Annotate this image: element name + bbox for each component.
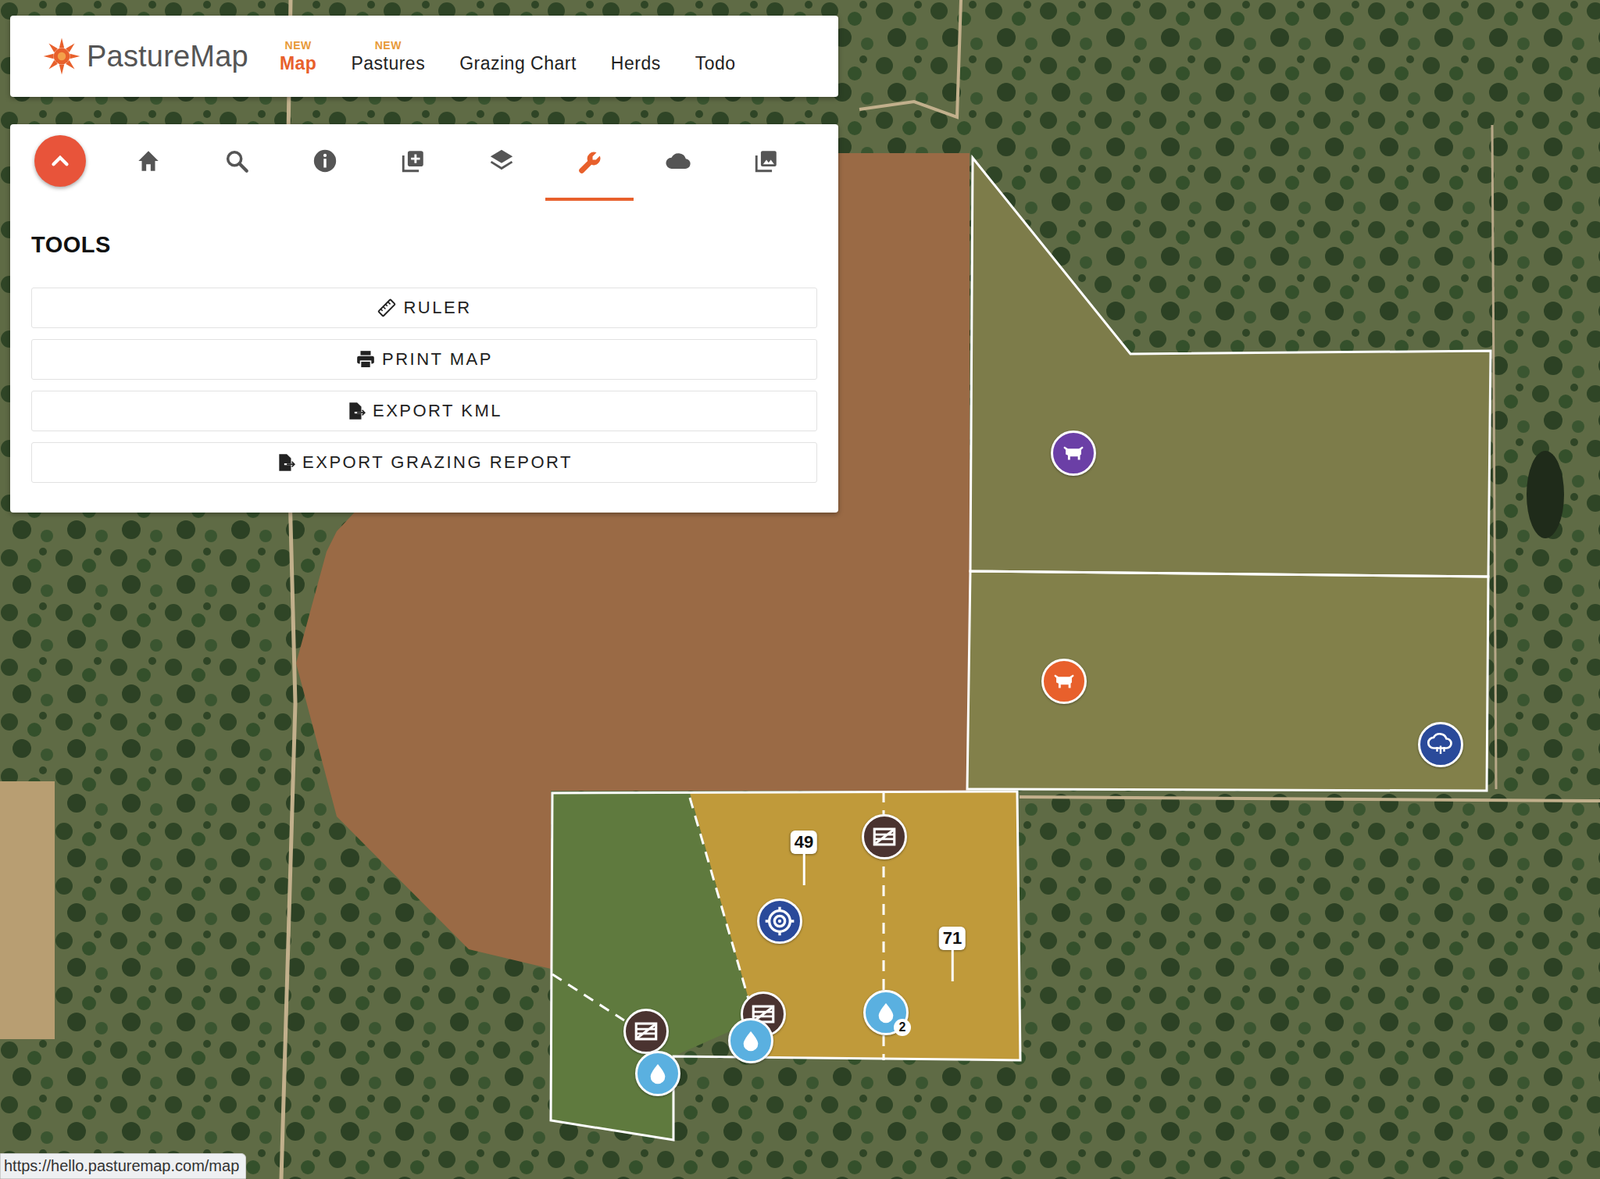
gate-marker[interactable] — [861, 814, 908, 860]
marker-badge — [623, 1008, 669, 1054]
info-icon — [311, 147, 339, 175]
herd-marker[interactable] — [1050, 430, 1097, 476]
toolbar-tab[interactable] — [15, 124, 104, 201]
herd-badge — [1041, 658, 1087, 704]
printer-icon — [355, 349, 376, 370]
export-file-icon — [275, 452, 297, 473]
target-icon — [764, 905, 796, 937]
toolbar-tab[interactable] — [103, 124, 193, 201]
toolbar-tab[interactable] — [280, 124, 369, 201]
pasture-label[interactable]: 71 — [939, 926, 966, 982]
tool-button-label: RULER — [403, 297, 472, 318]
water-marker[interactable] — [728, 1017, 774, 1064]
home-icon — [135, 147, 162, 175]
add-layer-icon — [400, 147, 427, 175]
logo-text: PastureMap — [86, 39, 249, 74]
toolbar-tab[interactable] — [545, 124, 634, 201]
tools-title: TOOLS — [31, 232, 818, 258]
target-marker[interactable] — [757, 898, 803, 944]
cloud-icon — [664, 147, 692, 175]
tool-button[interactable]: PRINT MAP — [31, 339, 818, 380]
collapse-icon — [46, 147, 74, 175]
tool-button-label: EXPORT GRAZING REPORT — [302, 452, 573, 473]
nav-label: Map — [279, 53, 318, 75]
logo[interactable]: PastureMap — [41, 35, 249, 77]
status-url: https://hello.pasturemap.com/map — [0, 1153, 247, 1179]
new-badge: NEW — [285, 39, 312, 53]
nav-menu: NEWMapNEWPasturesGrazing ChartHerdsTodo — [279, 39, 736, 75]
tool-button[interactable]: RULER — [31, 287, 818, 329]
nav-item[interactable]: Todo — [695, 39, 736, 75]
gate-icon — [632, 1017, 660, 1045]
marker-badge — [757, 898, 803, 944]
layers-icon — [488, 147, 515, 175]
herd-badge — [1050, 430, 1097, 476]
toolbar-tab[interactable] — [368, 124, 458, 201]
rain-marker[interactable] — [1417, 721, 1464, 768]
tools-panel: TOOLS RULER PRINT MAP EXPORT KML EXPORT GRAZ… — [10, 124, 839, 513]
label-stem — [802, 853, 805, 886]
nav-item[interactable]: Herds — [610, 39, 661, 75]
photos-icon — [753, 147, 780, 175]
pasture-label-text: 71 — [939, 926, 966, 950]
tool-button-label: EXPORT KML — [372, 400, 503, 422]
nav-item[interactable]: NEWMap — [279, 39, 318, 75]
toolbar — [15, 124, 818, 201]
rain-gauge-icon — [1426, 730, 1455, 759]
toolbar-tab[interactable] — [633, 124, 722, 201]
nav-item[interactable]: NEWPastures — [350, 39, 425, 75]
top-nav: PastureMapNEWMapNEWPasturesGrazing Chart… — [10, 15, 839, 97]
toolbar-tab[interactable] — [721, 124, 811, 201]
marker-badge: 2 — [863, 989, 909, 1036]
water-marker[interactable]: 2 — [863, 989, 909, 1036]
water-drop-icon — [645, 1060, 671, 1086]
tool-button[interactable]: EXPORT GRAZING REPORT — [31, 442, 818, 483]
ruler-icon — [376, 297, 397, 318]
gate-marker[interactable] — [623, 1008, 669, 1054]
export-file-icon — [346, 400, 367, 422]
herd-marker[interactable] — [1041, 658, 1087, 704]
nav-item[interactable]: Grazing Chart — [459, 39, 577, 75]
label-stem — [950, 950, 954, 982]
water-drop-icon — [873, 1000, 899, 1025]
new-badge: NEW — [375, 39, 402, 53]
nav-label: Grazing Chart — [459, 53, 577, 75]
collapse-button[interactable] — [34, 135, 86, 187]
nav-label: Todo — [695, 53, 736, 75]
nav-label: Pastures — [350, 53, 425, 75]
cow-icon — [1050, 667, 1078, 695]
pasture-label[interactable]: 49 — [790, 830, 818, 886]
toolbar-tab[interactable] — [192, 124, 281, 201]
cow-icon — [1060, 439, 1087, 467]
gate-icon — [871, 823, 898, 850]
sun-logo-icon — [41, 35, 83, 77]
search-icon — [223, 147, 250, 175]
map-stage[interactable]: PastureMapNEWMapNEWPasturesGrazing Chart… — [0, 0, 1600, 1179]
tool-button[interactable]: EXPORT KML — [31, 390, 818, 432]
water-drop-icon — [738, 1028, 764, 1054]
water-marker[interactable] — [635, 1050, 681, 1097]
tools-buttons: RULER PRINT MAP EXPORT KML EXPORT GRAZING R… — [31, 287, 818, 483]
tool-button-label: PRINT MAP — [382, 349, 493, 370]
marker-badge — [861, 814, 908, 860]
marker-badge — [1417, 721, 1464, 768]
marker-badge — [728, 1017, 774, 1064]
nav-label: Herds — [610, 53, 661, 75]
water-count-badge: 2 — [893, 1018, 911, 1036]
toolbar-tab[interactable] — [457, 124, 546, 201]
pasture-label-text: 49 — [790, 830, 818, 854]
marker-badge — [635, 1050, 681, 1097]
wrench-icon — [576, 149, 604, 176]
